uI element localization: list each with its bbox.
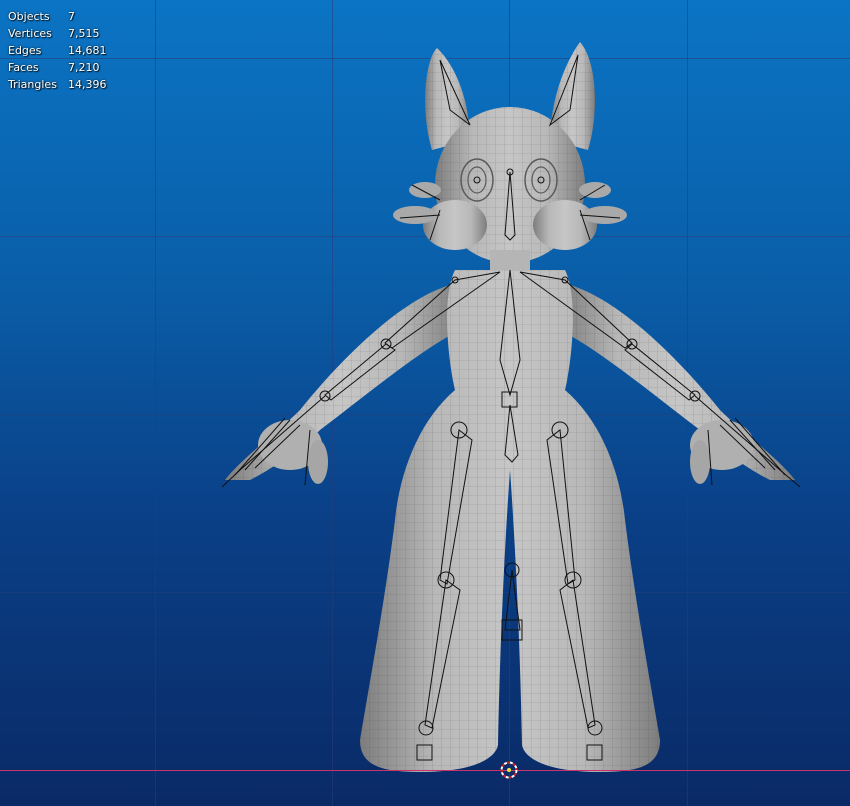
stats-label: Vertices	[8, 27, 52, 40]
stats-label: Faces	[8, 61, 39, 74]
x-axis-line	[0, 770, 850, 771]
scene-statistics-overlay: Objects 7 Vertices 7,515 Edges 14,681 Fa…	[8, 8, 107, 93]
character-mesh[interactable]	[0, 0, 850, 806]
stats-label: Objects	[8, 10, 50, 23]
stats-row-edges: Edges 14,681	[8, 42, 107, 59]
stats-row-vertices: Vertices 7,515	[8, 25, 107, 42]
stats-row-objects: Objects 7	[8, 8, 107, 25]
stats-label: Triangles	[8, 78, 57, 91]
stats-value: 7,515	[68, 27, 100, 40]
stats-label: Edges	[8, 44, 42, 57]
stats-value: 7	[68, 10, 75, 23]
stats-value: 14,681	[68, 44, 107, 57]
stats-row-triangles: Triangles 14,396	[8, 76, 107, 93]
stats-value: 14,396	[68, 78, 107, 91]
3d-cursor-icon[interactable]	[500, 761, 518, 779]
stats-row-faces: Faces 7,210	[8, 59, 107, 76]
stats-value: 7,210	[68, 61, 100, 74]
3d-viewport[interactable]: Objects 7 Vertices 7,515 Edges 14,681 Fa…	[0, 0, 850, 806]
